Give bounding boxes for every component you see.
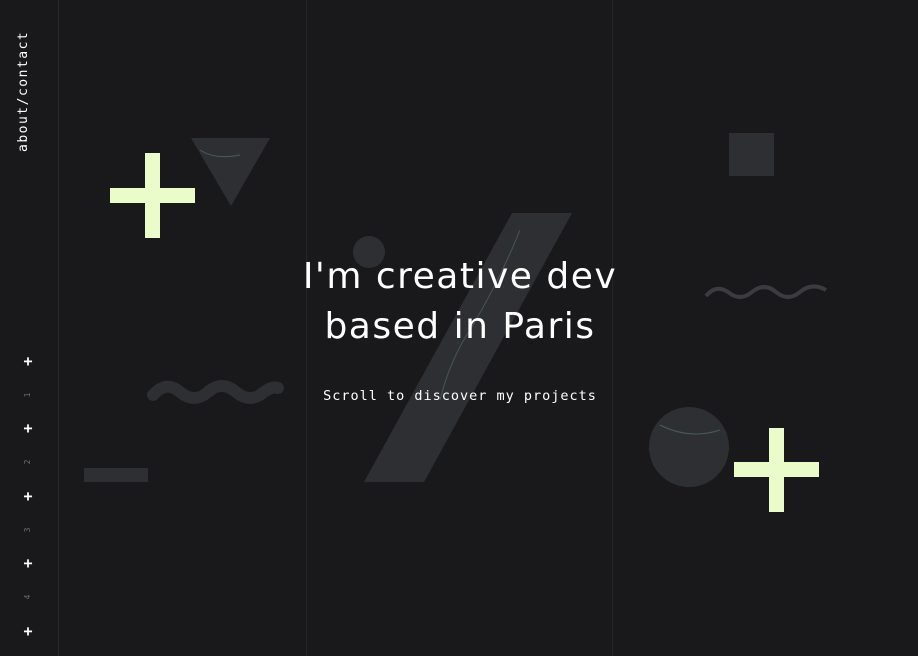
hero-title-line1: I'm creative dev (302, 256, 618, 297)
hero-title-line2: based in Paris (324, 306, 596, 347)
plus-cross-shape (734, 428, 819, 512)
triangle-shape (191, 138, 270, 206)
large-circle-shape (649, 407, 729, 487)
hero-title: I'm creative dev based in Paris (200, 252, 720, 352)
plus-cross-shape (110, 153, 195, 238)
right-wave-shape (704, 284, 827, 299)
square-shape (729, 133, 774, 176)
scroll-hint: Scroll to discover my projects (323, 388, 597, 404)
bar-shape (84, 468, 148, 482)
